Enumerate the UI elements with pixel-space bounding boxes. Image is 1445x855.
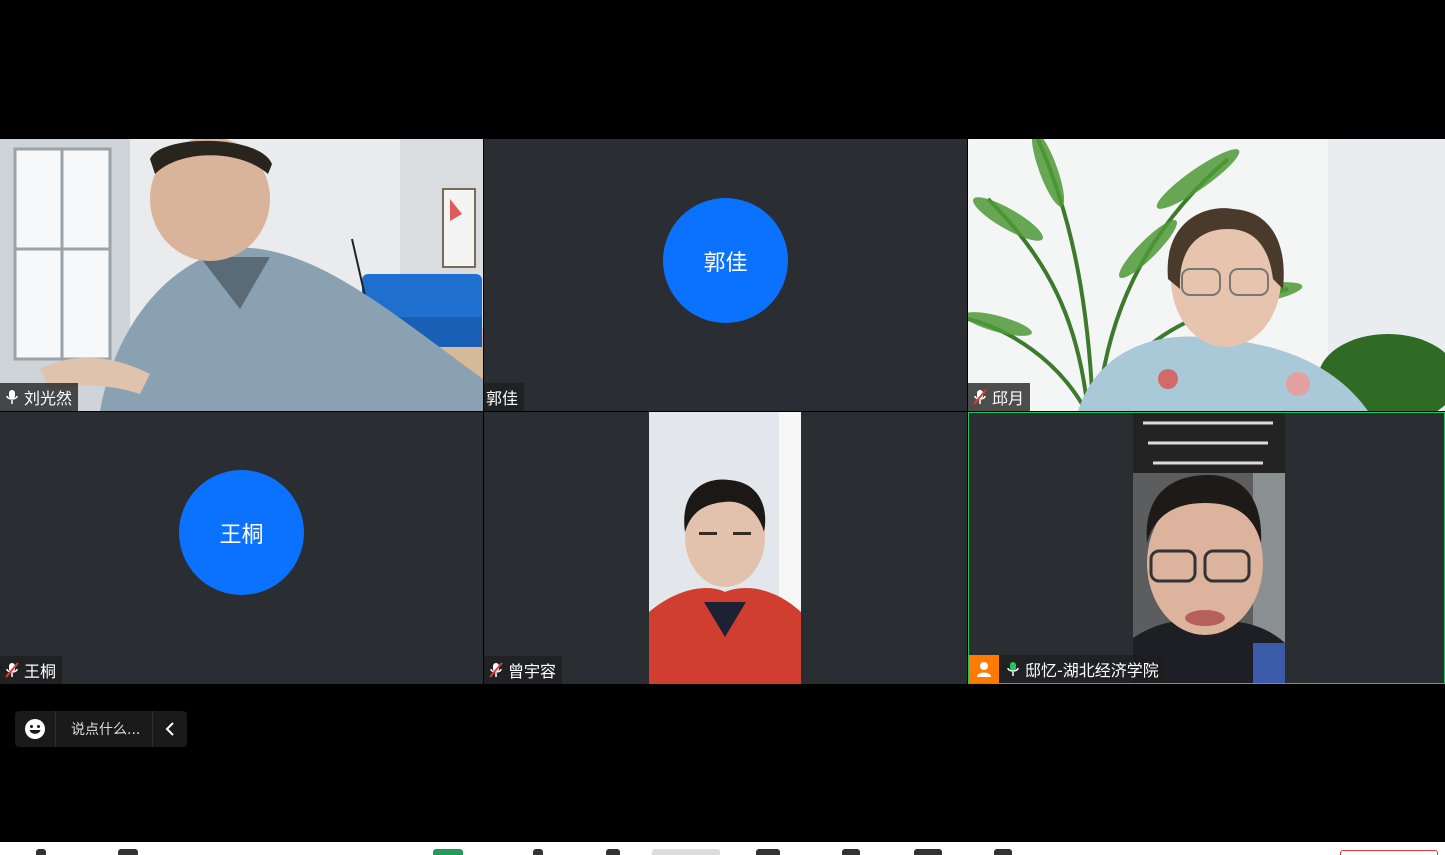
mic-muted-icon <box>5 662 19 678</box>
participant-name: 曾宇容 <box>508 662 557 681</box>
participant-name: 邱月 <box>992 389 1025 408</box>
participant-tile-6[interactable]: 邸忆-湖北经济学院 <box>968 412 1445 684</box>
settings-toolbar-icon[interactable] <box>756 849 780 855</box>
avatar-text: 王桐 <box>219 522 264 548</box>
name-tag: 邱月 <box>968 383 1031 411</box>
participant-tile-1[interactable]: 刘光然 <box>0 139 483 411</box>
participant-tile-5[interactable]: 曾宇容 <box>484 412 967 684</box>
video-grid: 刘光然 郭佳 郭佳 邱月 王桐 王桐 曾宇容 邸忆-湖北经济学院 <box>0 139 1445 684</box>
avatar-text: 郭佳 <box>703 250 748 276</box>
mic-active-icon <box>1007 662 1019 676</box>
participant-name: 刘光然 <box>24 389 73 408</box>
video-frame-room <box>0 139 483 411</box>
name-tag: 郭佳 <box>484 383 525 411</box>
mic-muted-icon <box>489 662 503 678</box>
share-toolbar-icon[interactable] <box>433 849 463 855</box>
participant-video <box>649 412 801 684</box>
avatar: 王桐 <box>179 470 304 595</box>
smiley-icon <box>25 719 45 739</box>
collapse-button[interactable] <box>152 711 187 747</box>
apps-toolbar-icon[interactable] <box>842 849 860 855</box>
mic-icon <box>6 390 18 404</box>
camera-toolbar-icon[interactable] <box>118 849 138 855</box>
participant-name: 邸忆-湖北经济学院 <box>1025 661 1159 680</box>
participant-name: 王桐 <box>24 662 57 681</box>
participant-tile-4[interactable]: 王桐 王桐 <box>0 412 483 684</box>
chat-input-bar: 说点什么... <box>15 711 187 747</box>
leave-button[interactable] <box>1340 850 1438 855</box>
video-frame-plants <box>968 139 1445 411</box>
participants-toolbar-icon[interactable] <box>533 849 543 855</box>
emoji-button[interactable] <box>15 711 56 747</box>
person-icon <box>977 662 991 677</box>
participant-video <box>968 139 1445 411</box>
mic-toolbar-icon[interactable] <box>36 849 46 855</box>
mic-muted-icon <box>973 389 987 405</box>
video-frame-portrait <box>649 412 801 684</box>
name-tag: 刘光然 <box>0 383 79 411</box>
avatar: 郭佳 <box>663 198 788 323</box>
more-toolbar-icon[interactable] <box>994 849 1012 855</box>
chat-input[interactable]: 说点什么... <box>56 719 152 739</box>
participant-tile-3[interactable]: 邱月 <box>968 139 1445 411</box>
participant-video <box>0 139 483 411</box>
name-tag: 邸忆-湖北经济学院 <box>969 655 1165 683</box>
video-frame-subway <box>1133 413 1285 683</box>
chat-toolbar-icon[interactable] <box>652 849 720 855</box>
participant-video <box>1133 413 1285 683</box>
chevron-left-icon <box>165 722 174 736</box>
name-tag: 王桐 <box>0 656 63 684</box>
participant-tile-2[interactable]: 郭佳 郭佳 <box>484 139 967 411</box>
record-toolbar-icon[interactable] <box>606 849 620 855</box>
bottom-toolbar <box>0 842 1445 855</box>
name-tag: 曾宇容 <box>484 656 563 684</box>
layout-toolbar-icon[interactable] <box>914 849 942 855</box>
participant-name: 郭佳 <box>486 389 519 408</box>
host-badge <box>969 655 999 683</box>
